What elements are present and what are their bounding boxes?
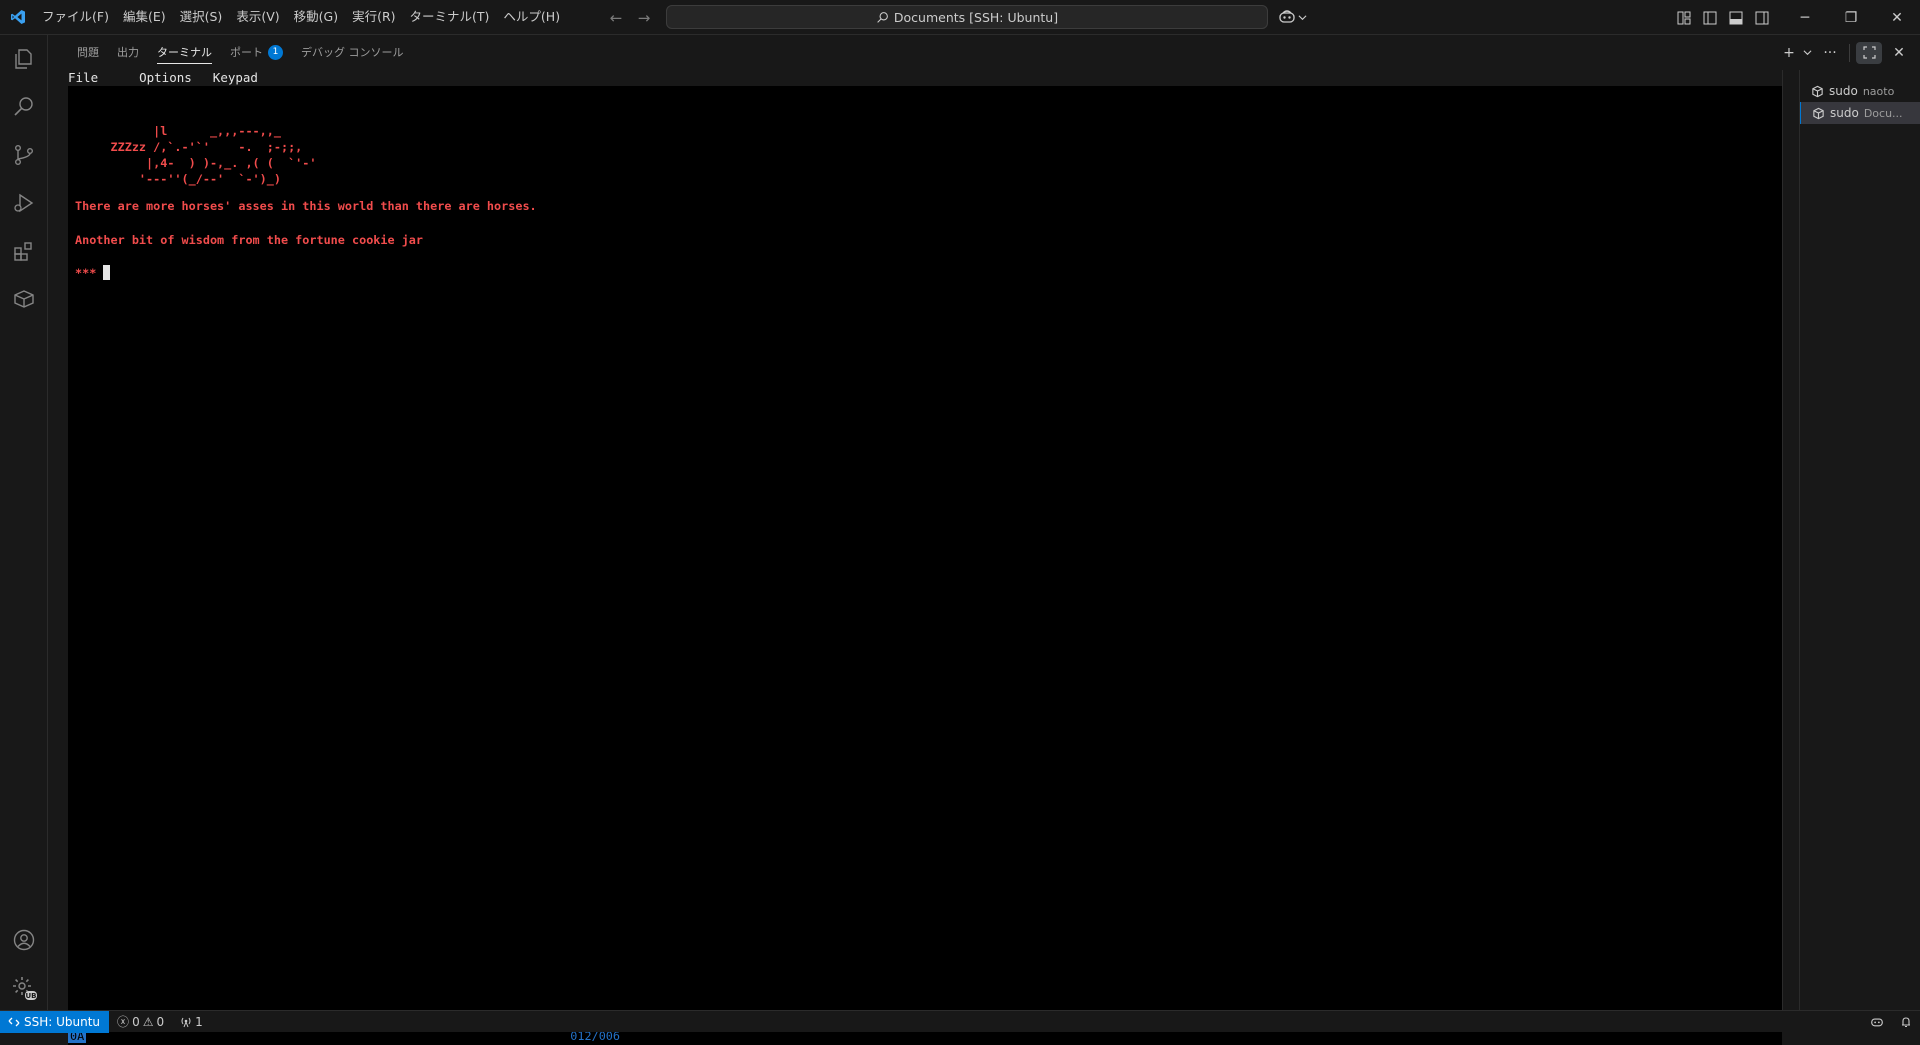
extensions-icon[interactable] <box>0 227 48 275</box>
toggle-panel-icon[interactable] <box>1727 9 1745 27</box>
chevron-down-icon[interactable] <box>1801 42 1813 64</box>
accounts-icon[interactable] <box>0 916 48 964</box>
ascii-art-line-1: |l _,,,---,,_ <box>75 124 281 138</box>
panel-actions: + ··· ✕ <box>1781 35 1912 70</box>
menu-selection[interactable]: 選択(S) <box>173 5 230 29</box>
error-count: 0 <box>132 1014 140 1029</box>
terminal-menu-keypad[interactable]: Keypad <box>213 70 258 86</box>
manage-gear-icon[interactable]: UB <box>0 964 48 1012</box>
tab-terminal-label: ターミナル <box>157 46 212 59</box>
tab-ports[interactable]: ポート 1 <box>221 35 292 70</box>
source-control-icon[interactable] <box>0 131 48 179</box>
title-bar: ファイル(F) 編集(E) 選択(S) 表示(V) 移動(G) 実行(R) ター… <box>0 0 1920 35</box>
terminal-menu-options[interactable]: Options <box>139 70 192 86</box>
prompt-text: *** <box>75 266 97 280</box>
radio-tower-icon <box>181 1017 191 1027</box>
ascii-art-line-4: '---''(_/--' `-')_) <box>75 172 281 186</box>
remote-indicator[interactable]: SSH: Ubuntu <box>0 1010 110 1033</box>
tab-problems[interactable]: 問題 <box>68 35 108 70</box>
copilot-icon <box>1279 10 1295 23</box>
ascii-art-line-2: ZZZzz /,`.-'`' -. ;-;;, <box>75 140 303 154</box>
ports-count: 1 <box>195 1014 203 1029</box>
ports-indicator[interactable]: 1 <box>172 1011 211 1033</box>
menu-help[interactable]: ヘルプ(H) <box>496 5 567 29</box>
tab-debug-console-label: デバッグ コンソール <box>301 46 404 59</box>
tab-output-label: 出力 <box>117 46 139 59</box>
close-panel-icon[interactable]: ✕ <box>1886 42 1912 64</box>
menu-file[interactable]: ファイル(F) <box>35 5 116 29</box>
layout-controls <box>1675 0 1771 35</box>
forward-arrow-icon[interactable]: → <box>634 8 654 28</box>
restore-icon[interactable]: ❐ <box>1828 0 1874 35</box>
command-center-label: Documents [SSH: Ubuntu] <box>893 9 1059 25</box>
minimize-icon[interactable]: ─ <box>1782 0 1828 35</box>
menu-run[interactable]: 実行(R) <box>345 5 402 29</box>
more-actions-icon[interactable]: ··· <box>1817 42 1843 64</box>
activity-bar: UB <box>0 35 48 1010</box>
menu-go[interactable]: 移動(G) <box>287 5 345 29</box>
run-debug-icon[interactable] <box>0 179 48 227</box>
toggle-secondary-sidebar-icon[interactable] <box>1753 9 1771 27</box>
terminal-instance-name: sudo <box>1830 106 1859 120</box>
remote-label: SSH: Ubuntu <box>24 1014 101 1029</box>
terminal-instance-desc: Docu... <box>1863 106 1903 120</box>
explorer-icon[interactable] <box>0 35 48 83</box>
remote-icon <box>8 1017 20 1026</box>
terminal-instance-2[interactable]: sudo Docu... <box>1800 102 1920 124</box>
terminal-view[interactable]: File Options Keypad |l _,,,---,,_ ZZZzz … <box>68 70 1782 1045</box>
remote-terminal-icon <box>1812 85 1823 97</box>
customize-layout-icon[interactable] <box>1675 9 1693 27</box>
copilot-status-icon[interactable] <box>1862 1011 1892 1033</box>
separator <box>1849 43 1850 62</box>
panel-tabs: 問題 出力 ターミナル ポート 1 デバッグ コンソール <box>68 35 413 70</box>
terminal-app-menu: File Options Keypad <box>68 70 1782 86</box>
warning-icon: ⚠ <box>142 1014 154 1029</box>
navigation-arrows: ← → <box>606 0 654 35</box>
toggle-primary-sidebar-icon[interactable] <box>1701 9 1719 27</box>
tab-problems-label: 問題 <box>77 46 99 59</box>
panel: 問題 出力 ターミナル ポート 1 デバッグ コンソール + ··· ✕ File… <box>48 35 1920 1045</box>
remote-explorer-icon[interactable] <box>0 275 48 323</box>
back-arrow-icon[interactable]: ← <box>606 8 626 28</box>
close-window-icon[interactable]: ✕ <box>1874 0 1920 35</box>
menu-view[interactable]: 表示(V) <box>229 5 286 29</box>
error-icon: ⓧ <box>117 1015 130 1029</box>
terminal-menu-file[interactable]: File <box>68 70 98 86</box>
maximize-panel-icon[interactable] <box>1856 41 1882 64</box>
svg-text:UB: UB <box>25 992 36 1000</box>
terminal-instance-desc: naoto <box>1862 84 1895 98</box>
window-controls: ─ ❐ ✕ <box>1782 0 1920 35</box>
tab-debug-console[interactable]: デバッグ コンソール <box>292 35 413 70</box>
remote-terminal-icon <box>1813 107 1824 119</box>
prompt-line: *** <box>75 265 111 281</box>
tab-terminal[interactable]: ターミナル <box>148 35 221 70</box>
warning-count: 0 <box>156 1014 165 1029</box>
status-bar: SSH: Ubuntu ⓧ 0 ⚠ 0 1 <box>0 1010 1920 1033</box>
terminal-scrollbar[interactable] <box>1782 70 1796 1010</box>
notifications-bell-icon[interactable] <box>1892 1011 1920 1033</box>
menu-edit[interactable]: 編集(E) <box>116 5 173 29</box>
tab-output[interactable]: 出力 <box>108 35 148 70</box>
search-icon[interactable] <box>0 83 48 131</box>
ascii-art-line-3: |,4- ) )-,_. ,( ( `'-' <box>75 156 317 170</box>
chevron-down-icon <box>1298 14 1307 20</box>
fortune-text: There are more horses' asses in this wor… <box>75 199 537 213</box>
problems-indicator[interactable]: ⓧ 0 ⚠ 0 <box>109 1011 172 1033</box>
terminal-cursor <box>103 265 111 280</box>
terminal-instance-1[interactable]: sudo naoto <box>1800 80 1920 102</box>
vscode-logo-icon <box>0 0 35 35</box>
menu-bar: ファイル(F) 編集(E) 選択(S) 表示(V) 移動(G) 実行(R) ター… <box>35 0 567 35</box>
search-icon <box>877 11 888 23</box>
tab-ports-label: ポート <box>230 46 263 59</box>
status-right <box>1862 1011 1920 1033</box>
terminal-tabs-list: sudo naoto sudo Docu... <box>1799 70 1920 1010</box>
terminal-instance-name: sudo <box>1829 84 1858 98</box>
copilot-button[interactable] <box>1278 6 1307 28</box>
new-terminal-icon[interactable]: + <box>1781 42 1797 64</box>
wisdom-text: Another bit of wisdom from the fortune c… <box>75 233 424 247</box>
menu-terminal[interactable]: ターミナル(T) <box>403 5 497 29</box>
command-center[interactable]: Documents [SSH: Ubuntu] <box>666 5 1268 29</box>
ports-count-badge: 1 <box>268 45 283 60</box>
